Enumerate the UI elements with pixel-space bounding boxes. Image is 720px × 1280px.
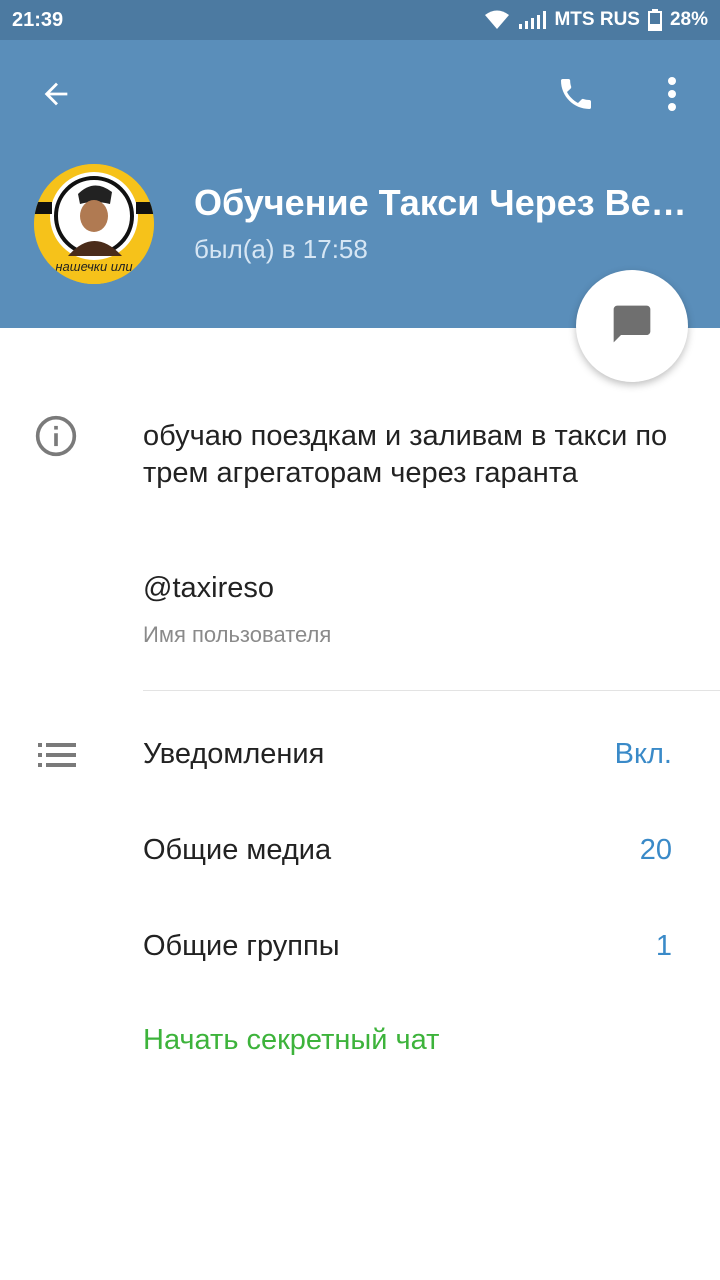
battery-icon (647, 9, 662, 31)
shared-media-row[interactable]: Общие медиа 20 (143, 820, 672, 880)
shared-groups-label: Общие группы (143, 929, 340, 962)
status-bar: 21:39 MTS RUS 28% (0, 0, 720, 40)
bio-text: обучаю поездкам и заливам в такси по тре… (143, 420, 668, 489)
shared-groups-row[interactable]: Общие группы 1 (143, 916, 672, 976)
carrier-name: MTS RUS (554, 9, 640, 30)
phone-icon (556, 74, 596, 119)
list-icon (38, 742, 76, 773)
call-button[interactable] (548, 68, 604, 124)
notifications-label: Уведомления (143, 737, 325, 770)
start-secret-chat-button[interactable]: Начать секретный чат (143, 1024, 439, 1057)
notifications-value: Вкл. (614, 737, 672, 770)
username-label: Имя пользователя (143, 622, 332, 647)
info-icon (34, 414, 78, 463)
message-button[interactable] (576, 270, 688, 382)
message-icon (610, 302, 654, 351)
notifications-row[interactable]: Уведомления Вкл. (143, 724, 672, 784)
back-button[interactable] (28, 68, 84, 124)
avatar-caption: нашечки или (55, 259, 133, 274)
wifi-icon (484, 10, 510, 30)
avatar[interactable]: нашечки или (34, 164, 154, 284)
status-right: MTS RUS 28% (484, 0, 708, 40)
shared-groups-count: 1 (655, 929, 672, 962)
signal-icon (518, 10, 547, 30)
battery-level: 28% (669, 9, 708, 30)
status-time: 21:39 (12, 9, 64, 31)
arrow-left-icon (39, 77, 73, 116)
shared-media-label: Общие медиа (143, 833, 332, 866)
more-vertical-icon (666, 76, 678, 117)
profile-title: Обучение Такси Через Ве… (194, 182, 687, 223)
last-seen: был(а) в 17:58 (194, 234, 368, 264)
more-options-button[interactable] (644, 68, 700, 124)
divider (143, 690, 720, 691)
shared-media-count: 20 (639, 833, 672, 866)
username-value[interactable]: @taxireso (143, 572, 274, 605)
